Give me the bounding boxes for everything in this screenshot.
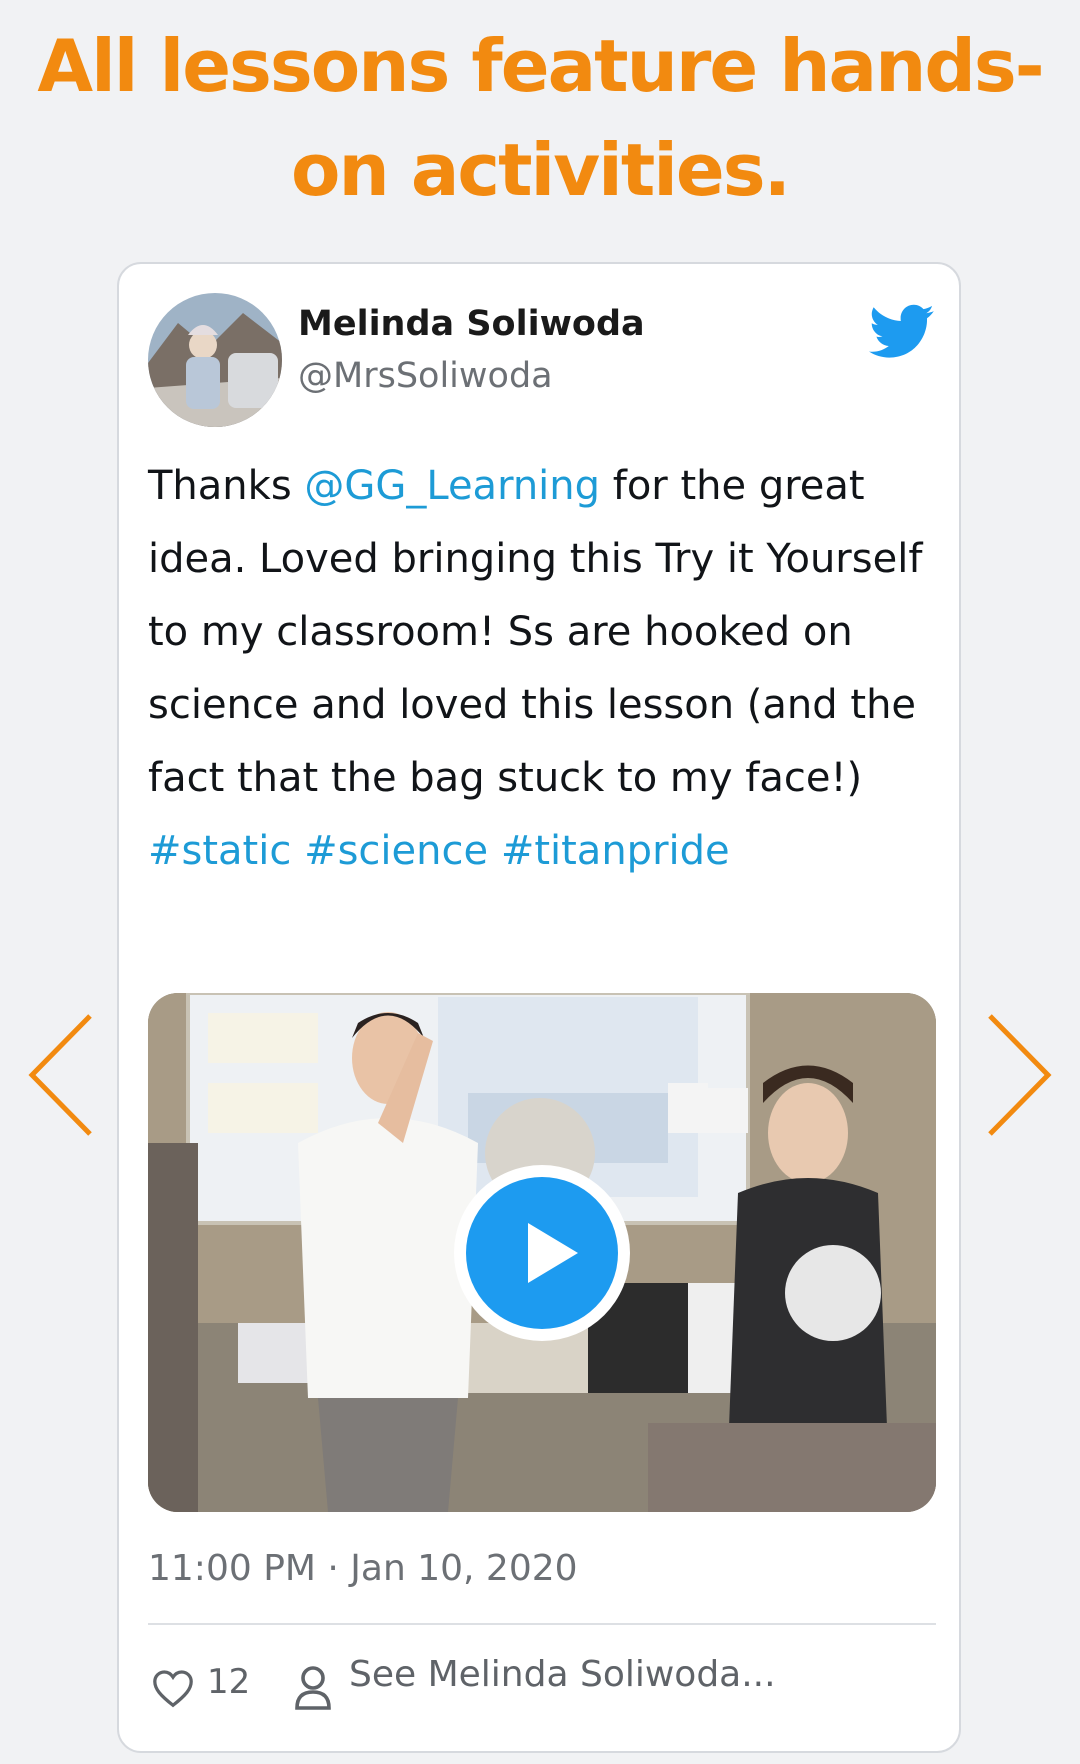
display-name[interactable]: Melinda Soliwoda — [298, 304, 645, 344]
twitter-bird-icon[interactable] — [869, 304, 935, 360]
person-icon[interactable] — [293, 1664, 333, 1712]
user-handle[interactable]: @MrsSoliwoda — [298, 356, 553, 396]
chevron-left-icon[interactable] — [26, 1010, 96, 1140]
tweet-text-part-2: for the great idea. Loved bringing this … — [148, 463, 923, 801]
heading-line-1: All lessons feature hands- — [37, 24, 1044, 108]
play-button[interactable] — [454, 1165, 630, 1341]
video-media[interactable] — [148, 993, 936, 1512]
mention-link[interactable]: @GG_Learning — [304, 463, 600, 509]
chevron-right-icon[interactable] — [984, 1010, 1054, 1140]
like-count: 12 — [207, 1662, 251, 1702]
heart-icon[interactable] — [151, 1668, 195, 1708]
tweet-text: Thanks @GG_Learning for the great idea. … — [148, 450, 938, 888]
hashtag-science[interactable]: #science — [304, 828, 488, 874]
hashtag-static[interactable]: #static — [148, 828, 291, 874]
play-icon — [466, 1177, 618, 1329]
tweet-card[interactable]: Melinda Soliwoda @MrsSoliwoda Thanks @GG… — [117, 262, 961, 1753]
section-heading: All lessons feature hands- on activities… — [0, 14, 1080, 222]
tweet-timestamp[interactable]: 11:00 PM · Jan 10, 2020 — [148, 1548, 578, 1589]
tweet-text-part-1: Thanks — [148, 463, 305, 509]
divider — [148, 1623, 936, 1625]
see-profile-link[interactable]: See Melinda Soliwoda... — [349, 1654, 776, 1695]
hashtag-titanpride[interactable]: #titanpride — [501, 828, 730, 874]
heading-line-2: on activities. — [291, 128, 791, 212]
avatar[interactable] — [148, 293, 282, 427]
play-triangle — [528, 1223, 578, 1283]
